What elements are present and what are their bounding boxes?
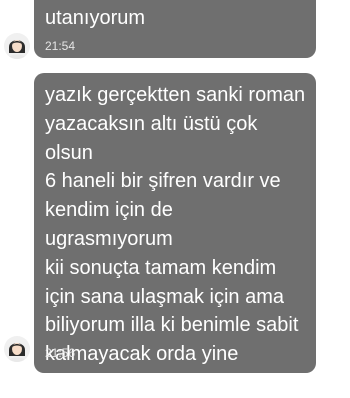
woman-avatar-icon[interactable] [4, 33, 30, 59]
message-timestamp: 21:56 [45, 346, 76, 360]
message-timestamp: 21:54 [45, 39, 76, 53]
message-bubble[interactable]: utanıyorum 21:54 [34, 0, 316, 58]
message-bubble[interactable]: yazık gerçektten sanki roman yazacaksın … [34, 73, 316, 394]
woman-avatar-icon[interactable] [4, 336, 30, 362]
message-text: utanıyorum [45, 7, 146, 29]
message-text: yazık gerçektten sanki roman yazacaksın … [45, 84, 306, 394]
